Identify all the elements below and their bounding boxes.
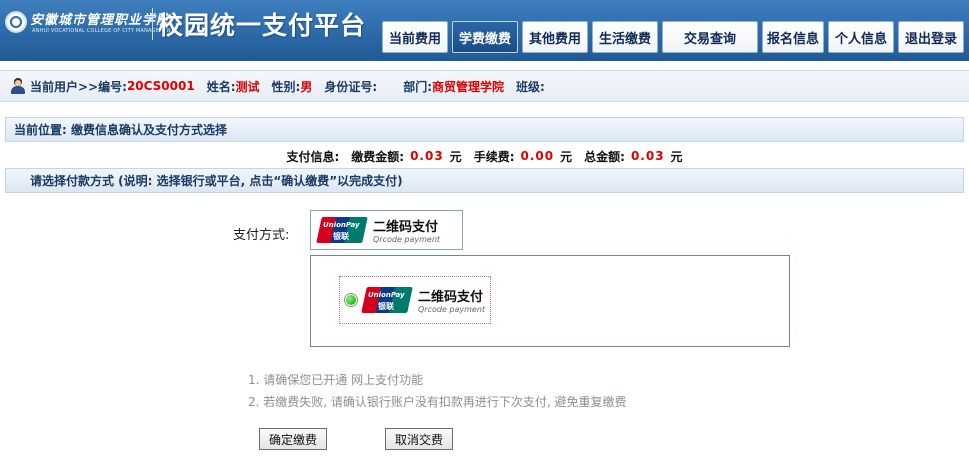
total-unit: 元: [670, 149, 683, 164]
nav-personal-info[interactable]: 个人信息: [828, 21, 894, 53]
user-prefix: 当前用户>>: [30, 79, 99, 94]
service-fee-unit: 元: [560, 149, 573, 164]
app-header: 安徽城市管理职业学院 ANHUI VOCATIONAL COLLEGE OF C…: [0, 0, 969, 61]
user-info-bar: 当前用户>> 编号: 20CS0001 姓名: 测试 性别: 男 身份证号: 部…: [0, 70, 969, 102]
fee-label: 缴费金额:: [351, 149, 405, 164]
radio-selected-icon[interactable]: [344, 293, 358, 307]
service-fee-value: 0.00: [520, 149, 555, 163]
user-gender-value: 男: [300, 79, 313, 94]
qrcode-pay-option-name: 二维码支付: [418, 290, 484, 305]
payment-method-panel: UnionPay 银联 二维码支付 Qrcode payment: [310, 255, 790, 347]
user-class-label: 班级:: [516, 79, 545, 94]
nav-logout[interactable]: 退出登录: [898, 21, 964, 53]
payment-summary: 支付信息: 缴费金额: 0.03 元 手续费: 0.00 元 总金额: 0.03…: [5, 145, 964, 167]
qrcode-pay-option[interactable]: UnionPay 银联 二维码支付 Qrcode payment: [339, 276, 491, 324]
nav-transaction-query[interactable]: 交易查询: [662, 21, 758, 53]
breadcrumb: 当前位置: 缴费信息确认及支付方式选择: [5, 117, 964, 142]
choose-method-header: 请选择付款方式 (说明: 选择银行或平台, 点击“确认缴费”以完成支付): [5, 168, 964, 193]
note-2: 2. 若缴费失败, 请确认银行账户没有扣款再进行下次支付, 避免重复缴费: [248, 395, 627, 409]
user-id-label: 编号:: [98, 79, 127, 94]
fee-unit: 元: [449, 149, 462, 164]
note-1: 1. 请确保您已开通 网上支付功能: [248, 373, 424, 387]
school-logo: 安徽城市管理职业学院 ANHUI VOCATIONAL COLLEGE OF C…: [0, 0, 380, 44]
platform-title: 校园统一支付平台: [158, 11, 367, 40]
total-value: 0.03: [630, 149, 665, 163]
school-name: 安徽城市管理职业学院: [30, 13, 171, 28]
user-dept-value: 商贸管理学院: [432, 79, 505, 94]
nav-registration-info[interactable]: 报名信息: [762, 21, 824, 53]
nav-living-payment[interactable]: 生活缴费: [592, 21, 658, 53]
user-gender-label: 性别:: [271, 79, 301, 94]
user-idcard-label: 身份证号:: [324, 79, 378, 94]
school-seal-icon: [5, 11, 27, 33]
confirm-payment-button[interactable]: 确定缴费: [259, 428, 327, 450]
service-fee-label: 手续费:: [473, 149, 515, 164]
user-icon: [10, 78, 26, 94]
nav-current-fees[interactable]: 当前费用: [382, 21, 448, 53]
unionpay-logo-icon: UnionPay 银联: [361, 287, 413, 313]
fee-value: 0.03: [410, 149, 444, 163]
user-name-label: 姓名:: [206, 79, 236, 94]
main-nav: 当前费用 学费缴费 其他费用 生活缴费 交易查询 报名信息 个人信息 退出登录: [380, 21, 969, 53]
user-dept-label: 部门:: [403, 79, 432, 94]
qrcode-pay-name-en: Qrcode payment: [373, 235, 441, 244]
payment-method-tab-qrcode[interactable]: UnionPay 银联 二维码支付 Qrcode payment: [310, 210, 463, 250]
nav-other-fees[interactable]: 其他费用: [522, 21, 588, 53]
unionpay-logo-icon: UnionPay 银联: [316, 217, 368, 243]
qrcode-pay-option-name-en: Qrcode payment: [418, 305, 486, 314]
logo-divider: [152, 8, 153, 40]
user-name-value: 测试: [235, 79, 260, 94]
payment-notes: 1. 请确保您已开通 网上支付功能 2. 若缴费失败, 请确认银行账户没有扣款再…: [248, 369, 627, 413]
cancel-payment-button[interactable]: 取消交费: [385, 428, 453, 450]
payment-method-label: 支付方式:: [233, 228, 290, 243]
user-id-value: 20CS0001: [126, 79, 195, 93]
total-label: 总金额:: [584, 149, 625, 164]
payinfo-label: 支付信息:: [286, 149, 340, 164]
nav-tuition-payment[interactable]: 学费缴费: [452, 21, 518, 53]
qrcode-pay-name: 二维码支付: [373, 220, 439, 235]
